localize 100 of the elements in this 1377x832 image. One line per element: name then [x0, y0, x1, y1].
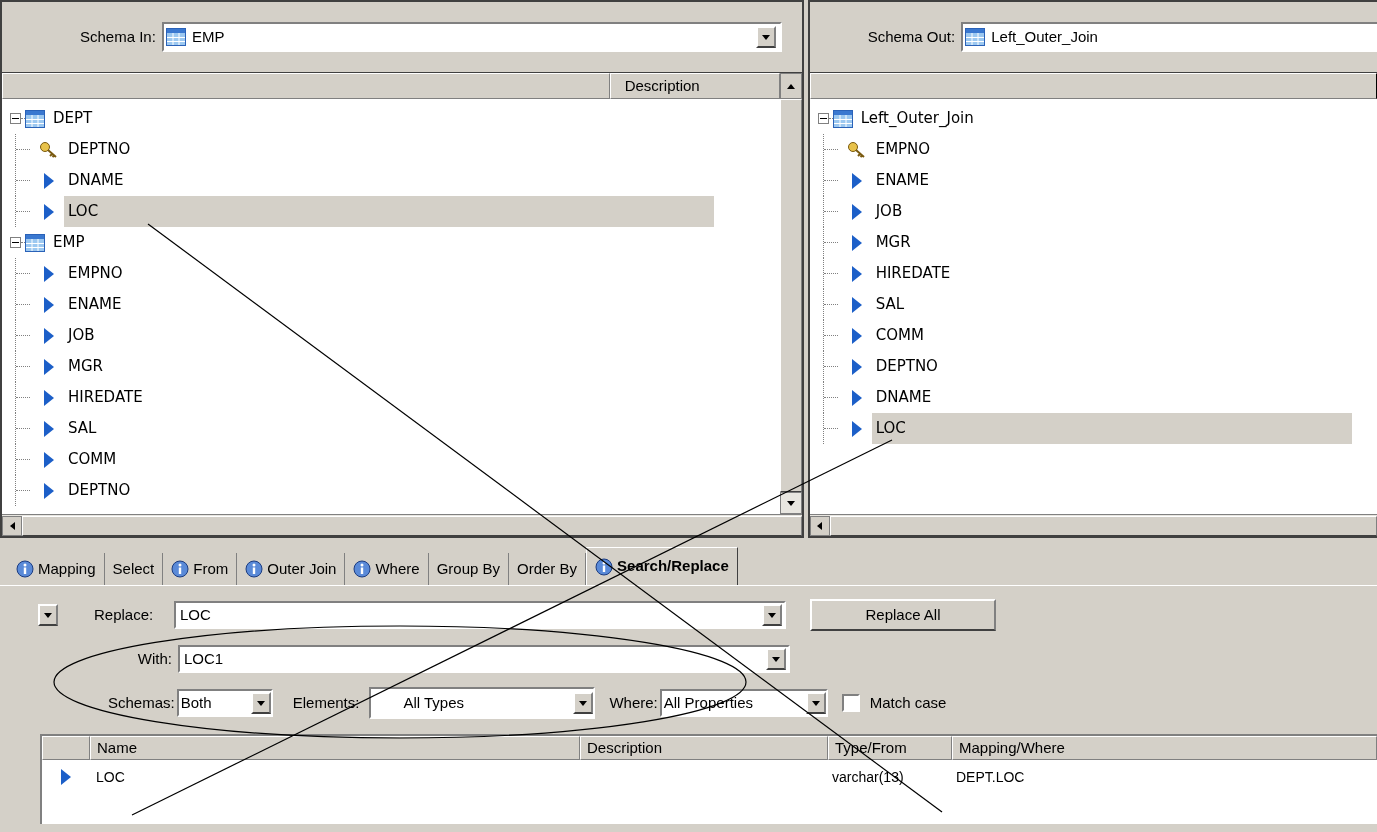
schemas-label: Schemas:	[108, 692, 175, 713]
column-arrow-icon	[43, 389, 55, 406]
tab[interactable]: Group By	[428, 553, 509, 585]
down-arrow-icon[interactable]	[786, 500, 795, 506]
table-cell-text: DEPT.LOC	[955, 767, 1026, 787]
info-icon	[353, 560, 372, 578]
tree-item[interactable]: HIREDATE	[871, 258, 1352, 289]
column-header[interactable]: Mapping/Where	[952, 736, 1377, 760]
column-arrow-icon	[43, 420, 55, 437]
tree-item[interactable]: COMM	[64, 444, 714, 475]
dropdown-button[interactable]	[755, 26, 776, 48]
tab[interactable]: Select	[104, 553, 164, 585]
dropdown-button[interactable]	[766, 648, 786, 670]
dropdown-button[interactable]	[762, 604, 782, 626]
column-arrow-icon	[850, 327, 863, 344]
tree-item[interactable]: SAL	[871, 289, 1352, 320]
tab[interactable]: Mapping	[8, 553, 105, 585]
tree-item[interactable]: LOC	[871, 413, 1352, 444]
minus-icon	[12, 115, 19, 122]
table-icon	[165, 28, 186, 46]
tree-item[interactable]: Left_Outer_Join	[858, 107, 976, 130]
where-label: Where:	[609, 692, 658, 713]
caret-icon	[44, 612, 52, 618]
column-arrow-icon	[850, 234, 863, 251]
tree-item[interactable]: DNAME	[871, 382, 1352, 413]
tree-item[interactable]: EMPNO	[871, 134, 1352, 165]
column-arrow-icon	[43, 296, 55, 313]
replace-label: Replace:	[94, 604, 155, 625]
dropdown-button[interactable]	[805, 692, 826, 714]
schemas-combo[interactable]: Both	[176, 689, 273, 717]
tree-item[interactable]: LOC	[64, 196, 714, 227]
tree-item[interactable]: DNAME	[64, 165, 714, 196]
info-icon	[16, 560, 34, 578]
tree-item[interactable]: ENAME	[64, 289, 714, 320]
schema-in-label: Schema In:	[80, 26, 156, 47]
column-arrow-icon	[43, 451, 55, 468]
tree-item[interactable]: HIREDATE	[64, 382, 714, 413]
dropdown-button[interactable]	[250, 692, 271, 714]
column-arrow-icon	[43, 327, 55, 344]
info-icon	[245, 560, 264, 578]
schema-out-combo[interactable]: Left_Outer_Join	[961, 22, 1377, 52]
key-icon	[846, 140, 867, 159]
tree-item[interactable]: SAL	[64, 413, 714, 444]
column-arrow-icon	[43, 172, 55, 189]
column-arrow-icon	[850, 358, 863, 375]
tree-item[interactable]: EMPNO	[64, 258, 714, 289]
column-arrow-icon	[43, 265, 55, 282]
tree-item[interactable]: ENAME	[871, 165, 1352, 196]
tree-item[interactable]: JOB	[871, 196, 1352, 227]
elements-combo[interactable]: All Types	[369, 687, 596, 719]
match-case-checkbox[interactable]	[841, 694, 860, 712]
column-arrow-icon	[850, 420, 863, 437]
tab[interactable]: Outer Join	[237, 553, 346, 585]
table-cell-text: LOC	[95, 767, 126, 787]
column-arrow-icon	[850, 389, 863, 406]
tree-item[interactable]: DEPTNO	[64, 134, 714, 165]
table-icon	[965, 28, 986, 46]
left-arrow-icon[interactable]	[817, 521, 823, 530]
column-arrow-icon	[850, 296, 863, 313]
tree-item[interactable]: EMP	[51, 231, 87, 254]
caret-icon	[811, 700, 820, 706]
table-icon	[832, 109, 853, 128]
horizontal-scrollbar[interactable]	[2, 514, 802, 536]
minus-icon	[12, 239, 19, 246]
vertical-scrollbar[interactable]	[779, 99, 802, 514]
expander[interactable]	[817, 113, 829, 124]
column-header[interactable]: Description	[580, 736, 828, 760]
tree-item[interactable]: DEPTNO	[871, 351, 1352, 382]
with-combo[interactable]: LOC1	[178, 645, 790, 673]
info-icon	[595, 557, 614, 576]
column-arrow-icon	[850, 265, 863, 282]
schema-in-combo[interactable]: EMP	[161, 22, 782, 52]
tree-item[interactable]: COMM	[871, 320, 1352, 351]
caret-icon	[761, 34, 770, 40]
expander[interactable]	[10, 113, 21, 124]
tab[interactable]: From	[163, 553, 238, 585]
expander[interactable]	[10, 237, 21, 248]
elements-label: Elements:	[292, 692, 360, 713]
with-label: With:	[136, 648, 173, 669]
column-header[interactable]: Name	[90, 736, 580, 760]
replace-all-button[interactable]: Replace All	[810, 599, 996, 631]
tree-item[interactable]: JOB	[64, 320, 714, 351]
tab[interactable]: Where	[345, 553, 429, 585]
tree-item[interactable]: DEPT	[51, 107, 95, 130]
horizontal-scrollbar[interactable]	[809, 514, 1377, 536]
replace-combo[interactable]: LOC	[174, 601, 786, 629]
column-header[interactable]: Description	[609, 73, 780, 99]
up-arrow-icon[interactable]	[786, 83, 795, 89]
table-icon	[25, 233, 45, 252]
caret-icon	[768, 612, 776, 618]
tree-item[interactable]: MGR	[871, 227, 1352, 258]
tree-item[interactable]: MGR	[64, 351, 714, 382]
left-arrow-icon[interactable]	[9, 521, 15, 530]
tree-item[interactable]: DEPTNO	[64, 475, 714, 506]
dropdown-button[interactable]	[573, 692, 594, 714]
options-dropdown-button[interactable]	[38, 604, 58, 626]
caret-icon	[772, 656, 780, 662]
caret-icon	[579, 700, 588, 706]
column-arrow-icon	[850, 172, 863, 189]
key-icon	[39, 140, 59, 159]
